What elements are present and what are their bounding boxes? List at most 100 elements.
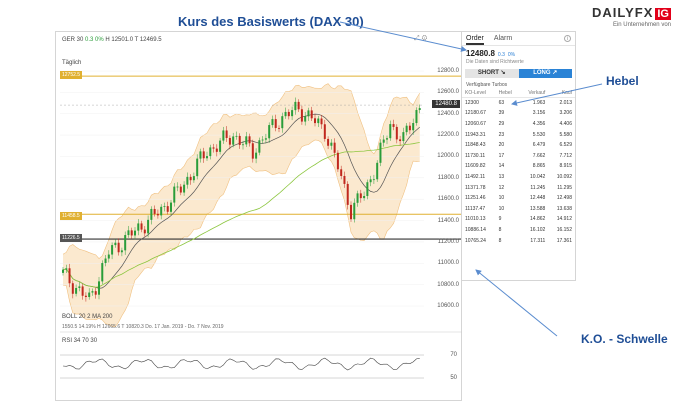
ko-level-cell: 11010.13 [465,216,486,223]
kauf-cell: 5.580 [559,131,572,138]
candle-body [225,130,228,138]
info-icon[interactable]: i [564,35,571,42]
price-tick-label: 11800.0 [437,174,459,181]
candle-body [336,152,339,170]
candle-body [317,118,320,124]
ko-level-cell: 11137.47 [465,205,486,212]
kauf-cell: 13.638 [556,205,572,212]
candle-body [107,254,110,259]
candle-body [120,250,123,253]
long-button[interactable]: LONG ↗ [518,69,572,78]
price-tick-label: 12600.0 [437,89,459,96]
table-row[interactable]: 11010.13 9 14.862 14.912 [462,214,575,225]
candle-body [68,268,71,284]
candle-body [179,186,182,193]
candle-body [160,206,163,216]
level-tag-lower: 11458.5 [60,212,82,220]
verkauf-cell: 8.865 [532,163,546,170]
candle-body [386,138,388,140]
candle-body [153,208,156,214]
turbo-order-panel: Order Alarm i 12480.8 0.3 0% Die Daten sin… [461,31,576,281]
table-row[interactable]: 10765.24 8 17.311 17.361 [462,235,575,246]
candle-body [209,147,212,157]
candle-body [287,111,290,117]
table-row[interactable]: 12300 63 1.963 2.013 [462,98,575,109]
table-row[interactable]: 11609.82 14 8.865 8.915 [462,161,575,172]
short-label: SHORT [477,70,499,76]
table-row[interactable]: 10886.14 8 16.102 16.152 [462,225,575,236]
table-row[interactable]: 12060.67 29 4.356 4.406 [462,119,575,130]
candle-body [62,269,64,273]
candle-body [418,108,421,111]
price-chart[interactable] [56,32,463,402]
dailyfx-logo: DAILYFX IG Ein Unternehmen von [592,4,671,28]
hebel-cell: 39 [498,110,505,117]
candle-body [98,281,100,295]
candle-body [399,139,402,142]
candle-body [212,147,215,149]
ko-level-cell: 12060.67 [465,120,486,127]
table-row[interactable]: 11943.31 23 5.530 5.580 [462,129,575,140]
kauf-cell: 7.712 [559,152,572,159]
level-tag-ko: 11226.5 [60,234,82,242]
candle-body [261,139,264,141]
tab-alarm[interactable]: Alarm [494,35,512,45]
candle-body [300,109,303,122]
table-row[interactable]: 11848.43 20 6.479 6.529 [462,140,575,151]
table-row[interactable]: 11371.78 12 11.245 11.295 [462,182,575,193]
candle-body [310,110,313,119]
ko-level-cell: 12300 [465,100,479,107]
candle-body [176,186,179,188]
candle-body [359,193,362,199]
table-row[interactable]: 11137.47 10 13.588 13.638 [462,203,575,214]
candle-body [408,125,411,131]
verkauf-cell: 10.042 [530,173,546,180]
candle-body [248,136,251,144]
kauf-cell: 3.206 [559,110,572,117]
tab-order[interactable]: Order [466,35,484,45]
candle-body [363,196,366,199]
candle-body [206,156,208,159]
hebel-cell: 29 [498,120,505,127]
kauf-cell: 11.295 [557,184,572,191]
candle-body [291,110,294,117]
candle-body [264,138,267,140]
candle-body [376,162,379,180]
rsi-level-70: 70 [450,352,457,358]
table-row[interactable]: 11492.11 13 10.042 10.092 [462,172,575,183]
candle-body [88,292,91,298]
panel-tabs: Order Alarm [462,32,575,46]
table-row[interactable]: 12180.67 39 3.156 3.206 [462,108,575,119]
hebel-cell: 14 [498,163,505,170]
table-row[interactable]: 11251.46 10 12.448 12.498 [462,193,575,204]
logo-tagline: Ein Unternehmen von [612,22,671,28]
candle-body [65,268,68,270]
candle-body [255,152,258,159]
rsi-info: RSI 34 70 30 [62,338,98,344]
verkauf-cell: 7.662 [532,152,546,159]
col-kauf: Kauf [548,89,575,98]
price-tick-label: 12200.0 [437,132,459,139]
candle-body [183,184,186,193]
ko-level-cell: 10886.14 [465,226,486,233]
candle-body [163,206,166,207]
ko-level-cell: 11251.46 [465,195,486,202]
candle-body [124,235,127,251]
table-row[interactable]: 11730.11 17 7.662 7.712 [462,150,575,161]
verkauf-cell: 17.311 [530,237,546,244]
candle-body [392,124,395,127]
bollinger-info: BOLL 20 2 MA 200 [62,314,113,320]
hebel-cell: 63 [498,100,505,107]
candle-body [228,137,231,145]
candle-body [353,202,356,220]
price-tick-label: 11400.0 [437,217,459,224]
candle-body [91,291,94,293]
annotation-title: Kurs des Basiswerts (DAX 30) [178,14,364,29]
candle-body [199,151,202,159]
direction-buttons: SHORT ↘ LONG ↗ [465,69,572,78]
kauf-cell: 16.152 [556,226,572,233]
candle-body [314,118,316,124]
candle-body [271,119,274,126]
chart-panel[interactable]: GER 30 0.3 0% H 12501.0 T 12469.5 ⤢ ⚙ Tä… [55,31,462,401]
short-button[interactable]: SHORT ↘ [465,69,519,78]
